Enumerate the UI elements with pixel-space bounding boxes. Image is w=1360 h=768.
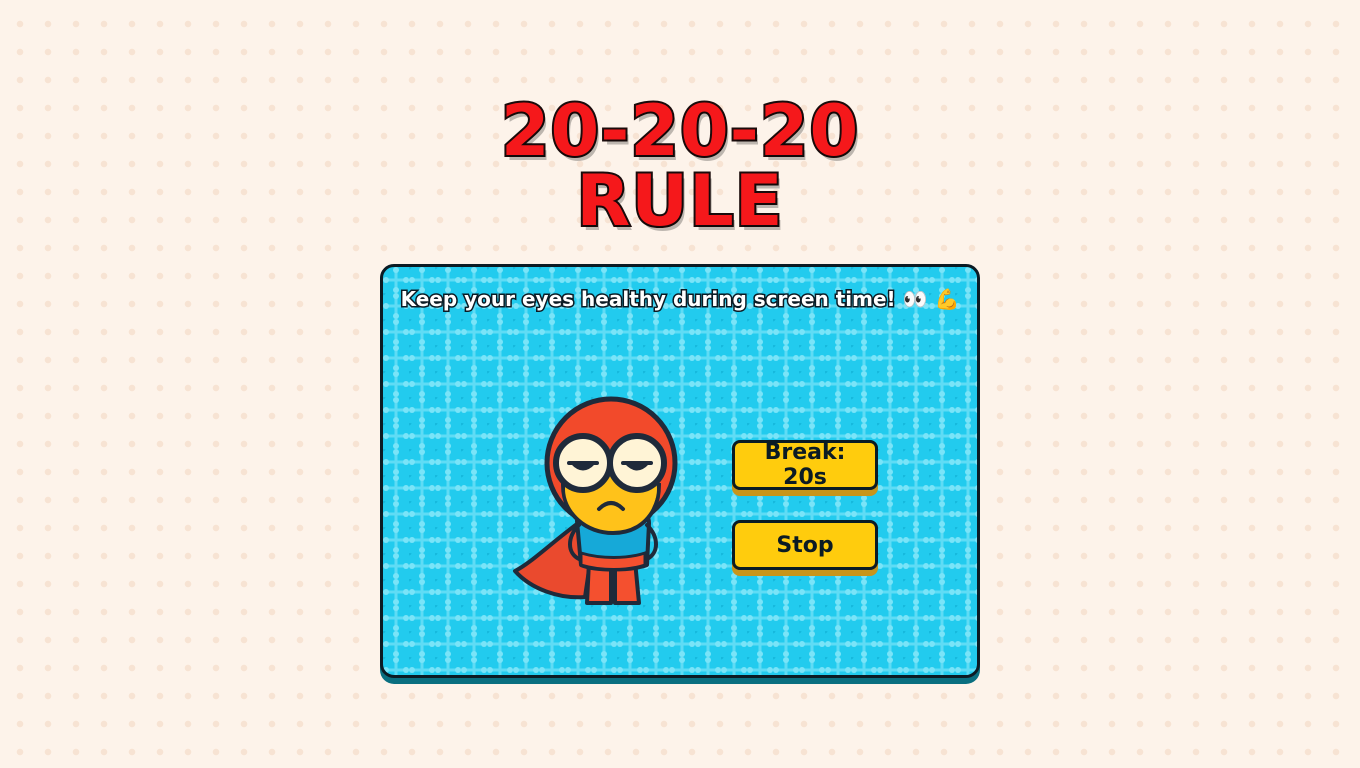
reminder-card: Keep your eyes healthy during screen tim… bbox=[380, 264, 980, 678]
superhero-mascot-icon bbox=[513, 396, 678, 605]
page-title-line-2: RULE bbox=[574, 160, 784, 242]
page-title-line-1: 20-20-20 bbox=[499, 90, 860, 172]
tagline: Keep your eyes healthy during screen tim… bbox=[399, 286, 961, 313]
break-timer-button[interactable]: Break: 20s bbox=[732, 440, 878, 490]
stop-button[interactable]: Stop bbox=[732, 520, 878, 570]
